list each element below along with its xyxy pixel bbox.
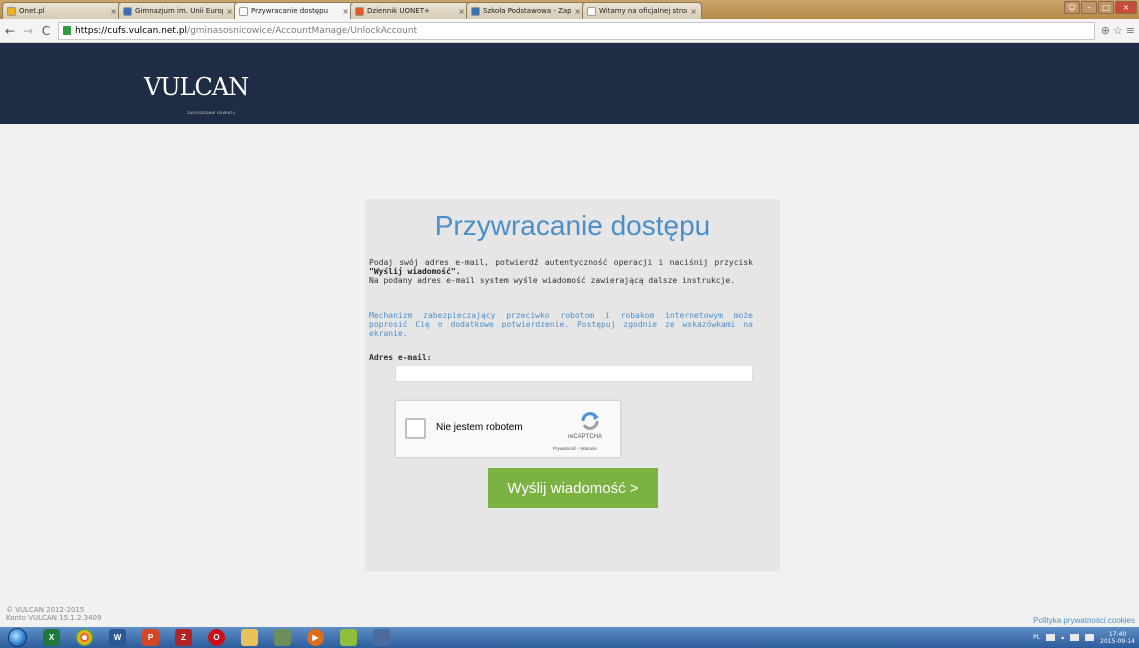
tab-close-icon[interactable]: × — [226, 7, 233, 16]
app-icon[interactable] — [274, 629, 291, 646]
media-player-icon[interactable]: ▶ — [307, 629, 324, 646]
network-app-icon[interactable] — [373, 629, 390, 646]
back-arrow-icon[interactable]: ← — [4, 24, 16, 38]
tab-title: Gimnazjum im. Unii Europ — [135, 7, 224, 15]
browser-tab[interactable]: Gimnazjum im. Unii Europ × — [118, 2, 238, 19]
email-input[interactable] — [395, 365, 753, 382]
volume-icon[interactable] — [1085, 634, 1095, 641]
language-indicator[interactable]: PL — [1033, 634, 1040, 641]
opera-icon[interactable]: O — [208, 629, 225, 646]
close-window-icon[interactable]: × — [1115, 1, 1137, 14]
site-header: VULCAN ZARZĄDZANIE OŚWIATĄ — [0, 43, 1139, 124]
tab-strip: Onet.pl × Gimnazjum im. Unii Europ × Przywra… — [2, 2, 702, 19]
tab-favicon-icon — [123, 6, 132, 16]
clock-time: 17:40 — [1108, 630, 1127, 638]
lock-icon — [63, 26, 71, 35]
tray-arrow-icon[interactable]: ▴ — [1061, 634, 1064, 641]
tab-close-icon[interactable]: × — [458, 7, 465, 16]
tab-favicon-icon — [587, 6, 596, 16]
url-path: /gminasosnicowice/AccountManage/UnlockAc… — [187, 25, 418, 36]
tab-title: Przywracanie dostępu — [251, 7, 329, 15]
recaptcha-widget: Nie jestem robotem reCAPTCHA Prywatność … — [395, 400, 621, 458]
window-user-icon[interactable]: ☺ — [1064, 1, 1080, 14]
excel-icon[interactable]: X — [43, 629, 60, 646]
forward-arrow-icon[interactable]: → — [22, 24, 34, 38]
browser-tab[interactable]: Onet.pl × — [2, 2, 122, 19]
browser-tab-bar: Onet.pl × Gimnazjum im. Unii Europ × Przywra… — [0, 0, 1139, 19]
tab-close-icon[interactable]: × — [690, 7, 697, 16]
zoom-icon[interactable]: ⊕ — [1101, 24, 1110, 37]
window-controls: ☺ – □ × — [1064, 1, 1137, 14]
minimize-icon[interactable]: – — [1081, 1, 1097, 14]
recaptcha-brand: reCAPTCHA — [568, 434, 603, 440]
recaptcha-checkbox[interactable] — [405, 418, 426, 439]
url-host: https://cufs.vulcan.net.pl — [75, 25, 188, 36]
recaptcha-label: Nie jestem robotem — [436, 422, 523, 433]
browser-tab[interactable]: Przywracanie dostępu × — [234, 2, 354, 19]
version-text: Konto VULCAN 15.1.2.3409 — [6, 614, 102, 622]
clock-date: 2015-09-14 — [1100, 637, 1135, 645]
unlock-account-card: Przywracanie dostępu Podaj swój adres e-… — [365, 199, 780, 571]
url-omnibox[interactable]: https://cufs.vulcan.net.pl/gminasosnicow… — [58, 21, 1095, 40]
start-button[interactable] — [8, 628, 27, 647]
tab-close-icon[interactable]: × — [574, 7, 581, 16]
browser-tab[interactable]: Dziennik UONET+ × — [350, 2, 470, 19]
logo-subtitle: ZARZĄDZANIE OŚWIATĄ — [187, 111, 236, 115]
file-explorer-icon[interactable] — [241, 629, 258, 646]
menu-icon[interactable]: ≡ — [1126, 24, 1135, 37]
tab-favicon-icon — [355, 6, 364, 16]
windows-taskbar: X W P Z O ▶ PL ▴ 17:40 2015-09-14 — [0, 627, 1139, 648]
tab-title: Dziennik UONET+ — [367, 7, 430, 15]
footer-info: © VULCAN 2012-2015 Konto VULCAN 15.1.2.3… — [6, 606, 101, 622]
filezilla-icon[interactable]: Z — [175, 629, 192, 646]
instructions-text: Podaj swój adres e-mail, potwierdź auten… — [369, 258, 753, 285]
tab-title: Szkoła Podstawowa - Zap — [483, 7, 572, 15]
tab-favicon-icon — [7, 6, 16, 16]
copyright-text: © VULCAN 2012-2015 — [6, 606, 85, 614]
page-title: Przywracanie dostępu — [434, 210, 711, 241]
vulcan-logo[interactable]: VULCAN — [144, 73, 249, 101]
paint-icon[interactable] — [340, 629, 357, 646]
network-icon[interactable] — [1070, 634, 1080, 641]
chrome-icon[interactable] — [76, 629, 93, 646]
keyboard-icon[interactable] — [1046, 634, 1056, 641]
browser-tab[interactable]: Szkoła Podstawowa - Zap × — [466, 2, 586, 19]
tab-favicon-icon — [239, 6, 248, 16]
tab-close-icon[interactable]: × — [342, 7, 349, 16]
address-bar: ← → C https://cufs.vulcan.net.pl/gminaso… — [0, 19, 1139, 43]
word-icon[interactable]: W — [109, 629, 126, 646]
bookmark-star-icon[interactable]: ☆ — [1113, 24, 1123, 37]
recaptcha-terms[interactable]: Prywatność - Warunki — [553, 446, 597, 451]
system-tray: PL ▴ 17:40 2015-09-14 — [1033, 627, 1139, 648]
address-bar-actions: ⊕ ☆ ≡ — [1101, 24, 1135, 37]
powerpoint-icon[interactable]: P — [142, 629, 159, 646]
recaptcha-icon — [581, 412, 599, 430]
privacy-cookies-link[interactable]: Polityka prywatności cookies — [1033, 616, 1135, 625]
reload-icon[interactable]: C — [40, 24, 52, 38]
tab-close-icon[interactable]: × — [110, 7, 117, 16]
tab-favicon-icon — [471, 6, 480, 16]
tab-title: Onet.pl — [19, 7, 45, 15]
clock[interactable]: 17:40 2015-09-14 — [1100, 631, 1135, 645]
instructions-button-ref: "Wyślij wiadomość". — [369, 267, 461, 276]
send-message-button[interactable]: Wyślij wiadomość > — [488, 468, 658, 508]
email-label: Adres e-mail: — [369, 353, 432, 362]
maximize-icon[interactable]: □ — [1098, 1, 1114, 14]
instructions-outro: Na podany adres e-mail system wyśle wiad… — [369, 276, 736, 285]
tab-title: Witamy na oficjalnej stron — [599, 7, 688, 15]
captcha-notice: Mechanizm zabezpieczający przeciwko robo… — [369, 311, 753, 338]
instructions-intro: Podaj swój adres e-mail, potwierdź auten… — [369, 258, 753, 267]
browser-tab[interactable]: Witamy na oficjalnej stron × — [582, 2, 702, 19]
